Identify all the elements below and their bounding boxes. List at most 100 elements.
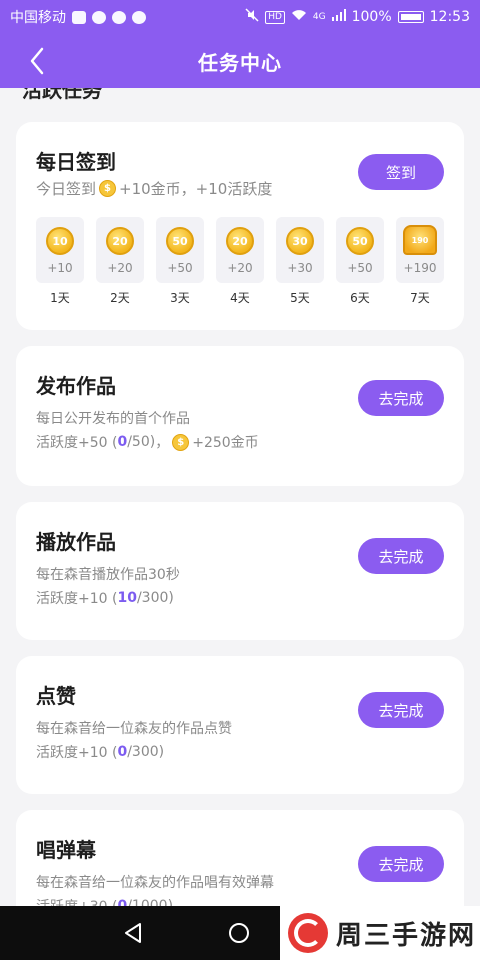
day-label: 5天 bbox=[290, 291, 310, 305]
checkin-card: 每日签到 今日签到 $ +10金币，+10活跃度 签到 10 +10 1天 20… bbox=[16, 122, 464, 330]
signal-icon bbox=[331, 9, 346, 25]
day-reward: +20 bbox=[227, 261, 253, 275]
header-bar: 任务中心 bbox=[0, 34, 480, 88]
mute-icon bbox=[245, 8, 259, 26]
day-box: 50 +50 bbox=[156, 217, 204, 283]
day-reward: +30 bbox=[287, 261, 313, 275]
section-title: 活跃任务 bbox=[22, 88, 102, 102]
day-box: 10 +10 bbox=[36, 217, 84, 283]
coin-icon: $ bbox=[172, 433, 190, 451]
task-desc: 每在森音给一位森友的作品点赞 bbox=[36, 721, 232, 737]
task-activity: 活跃度+10 (0/300) bbox=[36, 742, 164, 762]
activity-prefix: 活跃度+10 ( bbox=[36, 591, 118, 607]
day-label: 7天 bbox=[410, 291, 430, 305]
task-list[interactable]: 活跃任务 每日签到 今日签到 $ +10金币，+10活跃度 签到 10 +10 … bbox=[0, 88, 480, 906]
checkin-day: 10 +10 1天 bbox=[36, 217, 84, 306]
activity-total: /300) bbox=[136, 590, 174, 606]
day-label: 4天 bbox=[230, 291, 250, 305]
system-back-button[interactable] bbox=[122, 922, 144, 948]
activity-progress: 0 bbox=[117, 744, 128, 760]
checkin-day: 50 +50 6天 bbox=[336, 217, 384, 306]
checkin-button[interactable]: 签到 bbox=[358, 154, 444, 190]
page-title: 任务中心 bbox=[198, 50, 282, 75]
task-title: 发布作品 bbox=[36, 374, 116, 398]
activity-total: /300) bbox=[127, 744, 165, 760]
wifi-icon bbox=[291, 9, 307, 25]
task-activity: 活跃度+30 (0/1000) bbox=[36, 896, 173, 906]
coin-icon: 50 bbox=[346, 227, 374, 255]
triangle-back-icon bbox=[125, 923, 141, 943]
day-label: 2天 bbox=[110, 291, 130, 305]
checkin-day: 190 +190 7天 bbox=[396, 217, 444, 306]
day-label: 6天 bbox=[350, 291, 370, 305]
task-title: 点赞 bbox=[36, 684, 76, 708]
coin-icon: 30 bbox=[286, 227, 314, 255]
activity-separator: ， bbox=[155, 435, 170, 451]
system-home-button[interactable] bbox=[229, 923, 249, 943]
checkin-day: 50 +50 3天 bbox=[156, 217, 204, 306]
activity-progress: 0 bbox=[117, 434, 128, 450]
task-desc: 每在森音给一位森友的作品唱有效弹幕 bbox=[36, 875, 274, 891]
chevron-left-icon bbox=[30, 47, 44, 75]
go-complete-button[interactable]: 去完成 bbox=[358, 380, 444, 416]
activity-prefix: 活跃度+10 ( bbox=[36, 745, 118, 761]
activity-prefix: 活跃度+50 ( bbox=[36, 435, 118, 451]
clock: 12:53 bbox=[429, 9, 470, 25]
treasure-chest-icon: 190 bbox=[403, 225, 437, 255]
go-complete-button[interactable]: 去完成 bbox=[358, 846, 444, 882]
network-type: 4G bbox=[312, 12, 326, 22]
watermark-logo-icon bbox=[288, 913, 328, 953]
day-reward: +190 bbox=[403, 261, 437, 275]
checkin-day: 20 +20 2天 bbox=[96, 217, 144, 306]
activity-prefix: 活跃度+30 ( bbox=[36, 896, 117, 906]
day-box: 20 +20 bbox=[216, 217, 264, 283]
task-card: 播放作品 每在森音播放作品30秒 活跃度+10 (10/300) 去完成 bbox=[16, 502, 464, 640]
day-reward: +50 bbox=[347, 261, 373, 275]
task-title: 播放作品 bbox=[36, 530, 116, 554]
carrier-name: 中国移动 bbox=[10, 10, 66, 26]
hd-badge: HD bbox=[265, 10, 285, 24]
checkin-desc-reward: +10金币，+10活跃度 bbox=[119, 180, 273, 198]
battery-percent: 100% bbox=[351, 9, 392, 25]
coin-reward: +250金币 bbox=[192, 435, 259, 451]
day-box: 190 +190 bbox=[396, 217, 444, 283]
day-reward: +20 bbox=[107, 261, 133, 275]
app-notification-icon bbox=[132, 10, 146, 24]
go-complete-button[interactable]: 去完成 bbox=[358, 692, 444, 728]
wechat-icon bbox=[92, 10, 106, 24]
task-desc: 每在森音播放作品30秒 bbox=[36, 567, 180, 583]
coin-icon: 50 bbox=[166, 227, 194, 255]
media-icon bbox=[72, 10, 86, 24]
activity-total: /1000) bbox=[127, 898, 174, 906]
go-complete-button[interactable]: 去完成 bbox=[358, 538, 444, 574]
checkin-desc: 今日签到 $ +10金币，+10活跃度 bbox=[36, 178, 272, 199]
day-reward: +10 bbox=[47, 261, 73, 275]
checkin-days: 10 +10 1天 20 +20 2天 50 +50 3天 20 +20 4天 … bbox=[36, 217, 444, 306]
day-reward: +50 bbox=[167, 261, 193, 275]
task-title: 唱弹幕 bbox=[36, 838, 96, 862]
checkin-title: 每日签到 bbox=[36, 150, 116, 174]
watermark: 周三手游网 bbox=[280, 906, 480, 960]
task-activity: 活跃度+10 (10/300) bbox=[36, 588, 174, 608]
watermark-text: 周三手游网 bbox=[336, 920, 477, 951]
activity-progress: 10 bbox=[117, 590, 137, 606]
status-bar: 中国移动 HD 4G 100% 12:53 bbox=[0, 0, 480, 34]
activity-total: /50) bbox=[127, 434, 156, 450]
checkin-day: 30 +30 5天 bbox=[276, 217, 324, 306]
coin-icon: 10 bbox=[46, 227, 74, 255]
checkin-desc-prefix: 今日签到 bbox=[36, 180, 97, 198]
checkin-day: 20 +20 4天 bbox=[216, 217, 264, 306]
coin-icon: 20 bbox=[226, 227, 254, 255]
task-card: 唱弹幕 每在森音给一位森友的作品唱有效弹幕 活跃度+30 (0/1000) 去完… bbox=[16, 810, 464, 906]
task-card: 点赞 每在森音给一位森友的作品点赞 活跃度+10 (0/300) 去完成 bbox=[16, 656, 464, 794]
day-label: 3天 bbox=[170, 291, 190, 305]
coin-icon: 20 bbox=[106, 227, 134, 255]
back-button[interactable] bbox=[20, 44, 54, 78]
task-activity: 活跃度+50 (0/50)， $ +250金币 bbox=[36, 432, 259, 452]
day-box: 30 +30 bbox=[276, 217, 324, 283]
day-box: 20 +20 bbox=[96, 217, 144, 283]
task-desc: 每日公开发布的首个作品 bbox=[36, 411, 190, 427]
day-box: 50 +50 bbox=[336, 217, 384, 283]
battery-icon bbox=[397, 11, 424, 23]
message-icon bbox=[112, 10, 126, 24]
